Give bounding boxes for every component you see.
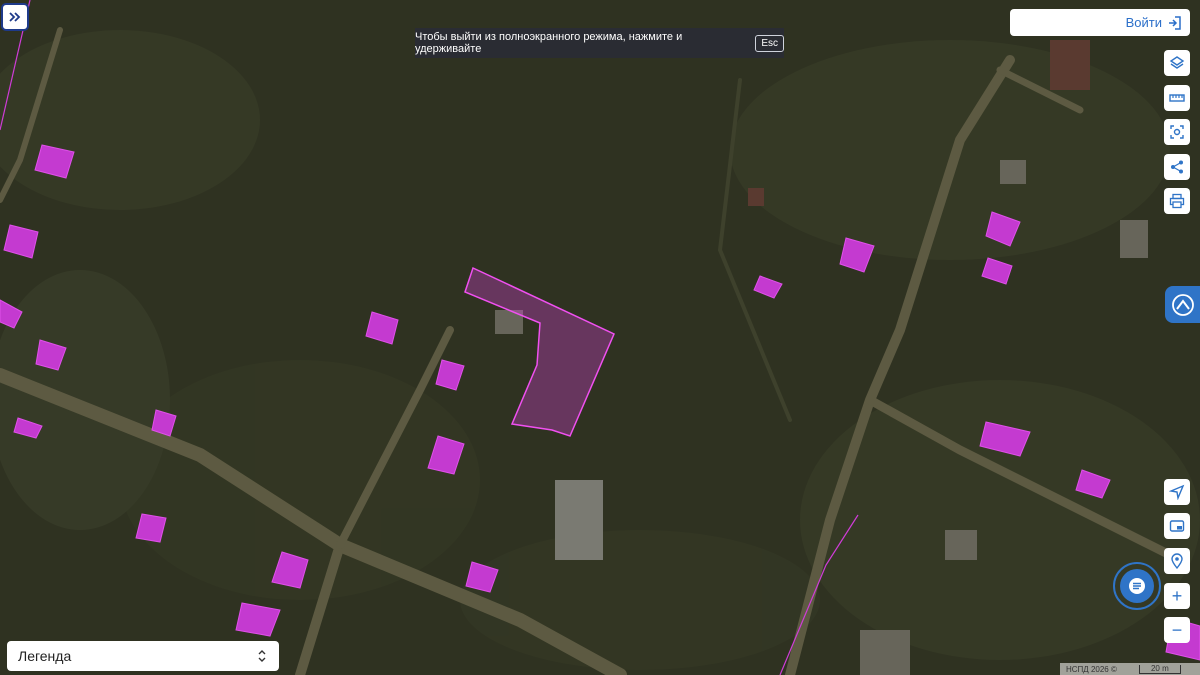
layers-button[interactable] xyxy=(1164,50,1190,76)
ruler-icon xyxy=(1169,94,1185,102)
fullscreen-notice: Чтобы выйти из полноэкранного режима, на… xyxy=(415,28,784,58)
layers-icon xyxy=(1169,56,1185,69)
measure-button[interactable] xyxy=(1164,85,1190,111)
chat-button[interactable] xyxy=(1113,562,1161,610)
print-icon xyxy=(1169,193,1185,209)
legend-label: Легенда xyxy=(18,648,72,664)
attribution-text: НСПД 2026 © xyxy=(1066,664,1117,674)
map-canvas[interactable] xyxy=(0,0,1200,675)
legend-select[interactable]: Легенда xyxy=(7,641,279,671)
panel-logo-icon xyxy=(1171,293,1194,316)
zoom-in-icon: + xyxy=(1171,585,1183,606)
esc-key-badge: Esc xyxy=(755,34,784,52)
locate-arrow-icon xyxy=(1169,484,1185,500)
expand-panel-button[interactable] xyxy=(1,3,29,31)
login-label: Войти xyxy=(1125,15,1162,30)
chat-core xyxy=(1120,569,1154,603)
pin-button[interactable] xyxy=(1164,548,1190,574)
picture-in-picture-icon xyxy=(1169,520,1185,532)
location-pin-icon xyxy=(1171,553,1183,569)
zoom-out-icon: − xyxy=(1171,619,1183,640)
minimap-button[interactable] xyxy=(1164,513,1190,539)
double-chevron-right-icon xyxy=(9,12,21,22)
chat-icon xyxy=(1129,578,1145,594)
zoom-out-button[interactable]: − xyxy=(1164,617,1190,643)
area-select-icon xyxy=(1170,125,1184,139)
zoom-in-button[interactable]: + xyxy=(1164,583,1190,609)
print-button[interactable] xyxy=(1164,188,1190,214)
scale-bar: 20 m xyxy=(1138,664,1181,674)
login-button[interactable]: Войти xyxy=(1010,9,1190,36)
fullscreen-notice-text: Чтобы выйти из полноэкранного режима, на… xyxy=(415,31,683,55)
area-select-button[interactable] xyxy=(1164,119,1190,145)
side-panel-tab[interactable] xyxy=(1165,286,1200,323)
locate-button[interactable] xyxy=(1164,479,1190,505)
map-attribution: НСПД 2026 © 20 m xyxy=(1060,663,1200,675)
chevron-updown-icon xyxy=(258,650,266,662)
share-button[interactable] xyxy=(1164,154,1190,180)
share-icon xyxy=(1171,160,1183,174)
sign-in-icon xyxy=(1169,15,1181,30)
